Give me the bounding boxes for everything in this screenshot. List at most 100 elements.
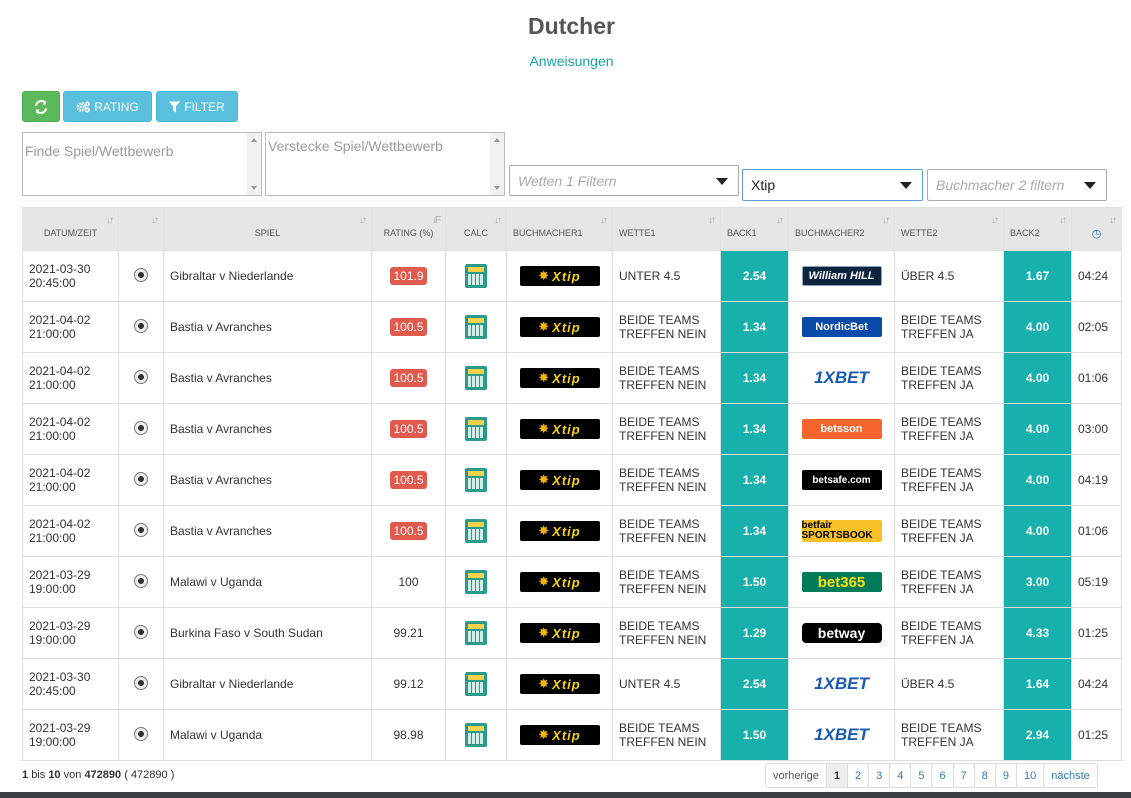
pagination-page[interactable]: 1 <box>825 764 847 787</box>
back1-cell[interactable]: 2.54 <box>720 250 789 302</box>
buchmacher1-cell[interactable]: Xtip <box>506 658 613 710</box>
table-row[interactable]: 2021-03-30 20:45:00 Gibraltar v Niederlan… <box>22 658 1122 710</box>
calc-cell[interactable] <box>445 403 507 455</box>
table-row[interactable]: 2021-03-29 19:00:00 Burkina Faso v South … <box>22 607 1122 659</box>
buchmacher1-cell[interactable]: Xtip <box>506 505 613 557</box>
col-datum[interactable]: DATUM/ZEIT ↓↑ <box>22 207 119 251</box>
back1-cell[interactable]: 1.50 <box>720 709 789 761</box>
search-game-input[interactable]: Finde Spiel/Wettbewerb <box>22 132 262 196</box>
bookmaker-logo[interactable]: Xtip <box>519 266 600 286</box>
calc-cell[interactable] <box>445 301 507 353</box>
back1-cell[interactable]: 2.54 <box>720 658 789 710</box>
back1-cell[interactable]: 1.34 <box>720 454 789 506</box>
bookmaker-logo[interactable]: 1XBET <box>802 725 882 745</box>
calc-cell[interactable] <box>445 658 507 710</box>
back1-cell[interactable]: 1.50 <box>720 556 789 608</box>
buchmacher2-filter-select[interactable]: Buchmacher 2 filtern <box>927 169 1107 201</box>
back2-cell[interactable]: 4.00 <box>1003 505 1072 557</box>
back2-cell[interactable]: 3.00 <box>1003 556 1072 608</box>
bookmaker-logo[interactable]: Xtip <box>519 674 600 694</box>
bookmaker-logo[interactable]: Xtip <box>519 521 600 541</box>
table-row[interactable]: 2021-04-02 21:00:00 Bastia v Avranches 10… <box>22 505 1122 557</box>
buchmacher2-cell[interactable]: 1XBET <box>788 709 895 761</box>
back2-cell[interactable]: 4.00 <box>1003 352 1072 404</box>
refresh-button[interactable] <box>22 91 60 122</box>
calculator-icon[interactable] <box>465 315 487 339</box>
calculator-icon[interactable] <box>465 723 487 747</box>
table-row[interactable]: 2021-03-2919:00:00 Malawi v Uganda 100 X… <box>22 556 1122 608</box>
col-wette2[interactable]: WETTE2 ↓↑ <box>894 207 1004 251</box>
table-row[interactable]: 2021-04-02 21:00:00 Bastia v Avranches 10… <box>22 301 1122 353</box>
pagination-page[interactable]: 6 <box>931 764 952 787</box>
calculator-icon[interactable] <box>465 366 487 390</box>
pagination-page[interactable]: 10 <box>1015 764 1043 787</box>
col-buchmacher1[interactable]: BUCHMACHER1 ↓↑ <box>506 207 613 251</box>
pagination-page[interactable]: 2 <box>846 764 868 787</box>
calc-cell[interactable] <box>445 352 507 404</box>
bookmaker-logo[interactable]: betsson <box>801 419 882 439</box>
bookmaker-logo[interactable]: NordicBet <box>801 317 882 337</box>
col-buchmacher2[interactable]: BUCHMACHER2 ↓↑ <box>788 207 895 251</box>
col-back1[interactable]: BACK1 ↓↑ <box>720 207 789 251</box>
back2-cell[interactable]: 1.64 <box>1003 658 1072 710</box>
buchmacher1-cell[interactable]: Xtip <box>506 250 613 302</box>
calculator-icon[interactable] <box>465 417 487 441</box>
buchmacher2-cell[interactable]: bet365 <box>788 556 895 608</box>
col-age[interactable]: ◷ ↓↑ <box>1071 207 1122 251</box>
bookmaker-logo[interactable]: Xtip <box>519 419 600 439</box>
col-spiel[interactable]: SPIEL ↓↑ <box>163 207 372 251</box>
bookmaker-logo[interactable]: Xtip <box>519 368 600 388</box>
back1-cell[interactable]: 1.34 <box>720 403 789 455</box>
buchmacher2-cell[interactable]: betsson <box>788 403 895 455</box>
bookmaker-logo[interactable]: Xtip <box>519 623 600 643</box>
calculator-icon[interactable] <box>465 570 487 594</box>
buchmacher1-cell[interactable]: Xtip <box>506 709 613 761</box>
pagination-page[interactable]: 7 <box>952 764 974 787</box>
calculator-icon[interactable] <box>465 672 487 696</box>
bookmaker-logo[interactable]: Xtip <box>519 317 600 337</box>
buchmacher1-cell[interactable]: Xtip <box>506 607 613 659</box>
back2-cell[interactable]: 4.33 <box>1003 607 1072 659</box>
calculator-icon[interactable] <box>465 468 487 492</box>
col-calc[interactable]: CALC ↓↑ <box>445 207 507 251</box>
pagination-page[interactable]: 5 <box>910 764 931 787</box>
table-row[interactable]: 2021-03-29 19:00:00 Malawi v Uganda 98.98… <box>22 709 1122 761</box>
bookmaker-logo[interactable]: William HILL <box>801 266 882 286</box>
calc-cell[interactable] <box>445 505 507 557</box>
instructions-link[interactable]: Anweisungen <box>0 53 1131 69</box>
wette1-filter-select[interactable]: Wetten 1 Filtern <box>509 165 739 196</box>
col-sport[interactable]: ↓↑ <box>118 207 164 251</box>
buchmacher2-cell[interactable]: NordicBet <box>788 301 895 353</box>
calc-cell[interactable] <box>445 454 507 506</box>
table-row[interactable]: 2021-04-02 21:00:00 Bastia v Avranches 10… <box>22 352 1122 404</box>
bookmaker-logo[interactable]: betsafe.com <box>801 470 882 490</box>
buchmacher2-cell[interactable]: betfair SPORTSBOOK <box>788 505 895 557</box>
bookmaker-logo[interactable]: bet365 <box>801 572 882 592</box>
buchmacher1-cell[interactable]: Xtip <box>506 556 613 608</box>
calc-cell[interactable] <box>445 709 507 761</box>
table-row[interactable]: 2021-04-02 21:00:00 Bastia v Avranches 10… <box>22 454 1122 506</box>
buchmacher1-filter-select[interactable]: Xtip <box>742 169 923 201</box>
bookmaker-logo[interactable]: 1XBET <box>802 674 882 694</box>
pagination-page[interactable]: 3 <box>868 764 889 787</box>
buchmacher2-cell[interactable]: 1XBET <box>788 658 895 710</box>
back2-cell[interactable]: 4.00 <box>1003 301 1072 353</box>
filter-button[interactable]: FILTER <box>156 91 238 122</box>
back2-cell[interactable]: 1.67 <box>1003 250 1072 302</box>
scrollbar[interactable] <box>247 133 261 195</box>
back1-cell[interactable]: 1.34 <box>720 352 789 404</box>
calc-cell[interactable] <box>445 250 507 302</box>
calculator-icon[interactable] <box>465 264 487 288</box>
back1-cell[interactable]: 1.29 <box>720 607 789 659</box>
col-rating[interactable]: RATING (%) ↓F <box>371 207 446 251</box>
bookmaker-logo[interactable]: Xtip <box>519 725 600 745</box>
buchmacher1-cell[interactable]: Xtip <box>506 403 613 455</box>
bookmaker-logo[interactable]: Xtip <box>519 572 600 592</box>
buchmacher2-cell[interactable]: betsafe.com <box>788 454 895 506</box>
back2-cell[interactable]: 4.00 <box>1003 403 1072 455</box>
table-row[interactable]: 2021-03-30 20:45:00 Gibraltar v Niederlan… <box>22 250 1122 302</box>
pagination-prev[interactable]: vorherige <box>766 764 826 787</box>
col-wette1[interactable]: WETTE1 ↓↑ <box>612 207 721 251</box>
back2-cell[interactable]: 2.94 <box>1003 709 1072 761</box>
scrollbar[interactable] <box>490 133 504 195</box>
